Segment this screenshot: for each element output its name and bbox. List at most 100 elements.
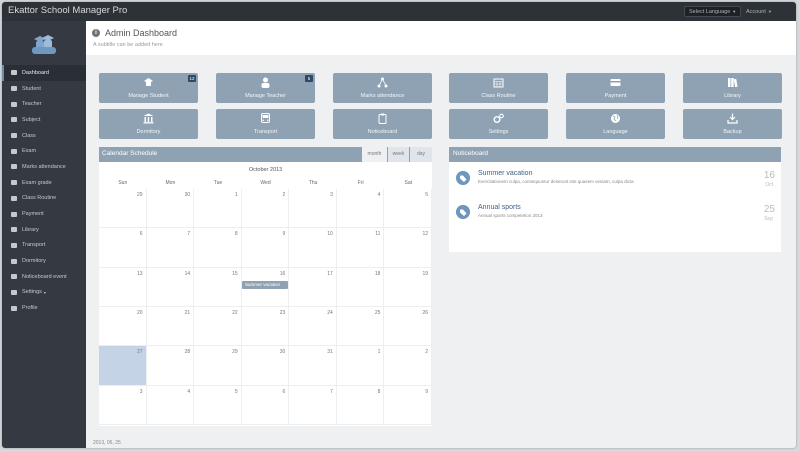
calendar-day-cell[interactable]: 19	[384, 267, 432, 307]
calendar-day-cell[interactable]: 31	[289, 346, 337, 386]
calendar-day-cell[interactable]: 15	[194, 267, 242, 307]
sidebar-item-label: Subject	[22, 116, 41, 123]
calendar-day-cell[interactable]: 12	[384, 228, 432, 268]
calendar-day-number: 31	[327, 349, 333, 356]
calendar-day-cell[interactable]: 29	[194, 346, 242, 386]
sidebar-item-exam[interactable]: Exam	[2, 143, 86, 159]
calendar-day-cell[interactable]: 5	[194, 385, 242, 425]
calendar-day-cell[interactable]: 4	[146, 385, 195, 425]
tag-icon	[456, 171, 470, 185]
sidebar-item-label: Payment	[22, 211, 44, 218]
sidebar-item-payment[interactable]: Payment	[2, 206, 86, 222]
sidebar-item-label: Teacher	[22, 101, 42, 108]
sidebar-item-class-routine[interactable]: Class Routine	[2, 191, 86, 207]
teacher-icon	[11, 101, 17, 107]
tile-label: Marks attendance	[360, 93, 405, 99]
calendar-day-number: 20	[137, 309, 143, 316]
sidebar-item-dashboard[interactable]: Dashboard	[2, 65, 86, 81]
calendar-view-month-button[interactable]: month	[362, 147, 387, 162]
sidebar-item-transport[interactable]: Transport	[2, 238, 86, 254]
calendar-day-cell[interactable]: 29	[99, 189, 147, 229]
sidebar-item-profile[interactable]: Profile	[2, 300, 86, 316]
sidebar-item-dormitory[interactable]: Dormitory	[2, 253, 86, 269]
calendar-day-cell[interactable]: 18	[336, 267, 385, 307]
tile-class-routine[interactable]: Class Routine	[449, 73, 548, 103]
sidebar-item-label: Dashboard	[22, 69, 49, 76]
notice-day: 16	[763, 170, 775, 181]
calendar-view-day-button[interactable]: day	[410, 147, 432, 162]
tile-payment[interactable]: Payment	[566, 73, 665, 103]
calendar-day-cell[interactable]: 2	[241, 189, 290, 229]
calendar-day-number: 30	[184, 192, 191, 198]
calendar-day-cell[interactable]: 6	[241, 385, 290, 425]
calendar-day-cell[interactable]: 8	[336, 385, 385, 425]
tile-transport[interactable]: Transport	[216, 109, 315, 139]
calendar-day-number: 21	[184, 309, 191, 316]
calendar-day-cell[interactable]: 24	[289, 306, 337, 347]
calendar-day-number: 5	[425, 192, 428, 198]
calendar-day-cell[interactable]: 4	[336, 189, 385, 229]
notice-item[interactable]: Summer vacation Exercitationem culpa, con…	[449, 168, 781, 200]
sidebar-item-settings[interactable]: Settings ▾	[2, 285, 86, 301]
globe-icon	[611, 114, 620, 123]
calendar-day-cell[interactable]: 11	[336, 228, 385, 268]
calendar-day-cell[interactable]: 6	[99, 228, 147, 268]
notice-title[interactable]: Annual sports	[478, 204, 521, 211]
calendar-day-cell[interactable]: 30	[146, 189, 195, 229]
calendar-day-cell[interactable]: 23	[241, 306, 290, 347]
calendar-day-cell[interactable]: 5	[384, 189, 432, 229]
calendar-day-cell[interactable]: 2	[384, 346, 432, 386]
calendar-day-cell[interactable]: 7	[146, 228, 195, 268]
sidebar-item-library[interactable]: Library	[2, 222, 86, 238]
calendar-event[interactable]: Summer vacation	[242, 281, 288, 289]
calendar-day-cell[interactable]: 7	[289, 385, 337, 425]
calendar-day-cell[interactable]: 1	[194, 189, 242, 229]
calendar-day-cell[interactable]: 1	[336, 346, 385, 386]
notice-item[interactable]: Annual sports Annual sports competetion 2…	[449, 202, 781, 234]
tile-settings[interactable]: Settings	[449, 109, 548, 139]
calendar-day-cell[interactable]: 9	[384, 385, 432, 425]
tile-backup[interactable]: Backup	[683, 109, 782, 139]
calendar-day-cell[interactable]: 8	[194, 228, 242, 268]
calendar-day-cell[interactable]: 26	[384, 306, 432, 347]
calendar-view-week-button[interactable]: week	[388, 147, 409, 162]
download-icon	[727, 113, 738, 124]
tile-manage-student[interactable]: Manage Student 12	[99, 73, 198, 103]
calendar-day-cell[interactable]: 3	[289, 189, 337, 229]
calendar-day-cell[interactable]: 27	[99, 346, 147, 386]
calendar-day-cell[interactable]: 3	[99, 385, 147, 425]
sidebar-item-class[interactable]: Class	[2, 128, 86, 144]
tile-label: Backup	[723, 129, 742, 135]
sidebar-item-teacher[interactable]: Teacher	[2, 96, 86, 112]
list-icon	[11, 180, 17, 186]
tile-marks-attendance[interactable]: Marks attendance	[333, 73, 432, 103]
calendar-day-cell[interactable]: 22	[194, 306, 242, 347]
calendar-day-cell[interactable]: 13	[99, 267, 147, 307]
calendar-day-cell[interactable]: 9	[241, 228, 290, 268]
sidebar-item-subject[interactable]: Subject	[2, 112, 86, 128]
sidebar-item-student[interactable]: Student	[2, 81, 86, 97]
tile-dormitory[interactable]: Dormitory	[99, 109, 198, 139]
tile-language[interactable]: Language	[566, 109, 665, 139]
calendar-day-cell[interactable]: 20	[99, 306, 147, 347]
account-menu-button[interactable]: Account ▼	[746, 6, 772, 17]
sidebar-item-noticeboard-event[interactable]: Noticeboard event	[2, 269, 86, 285]
calendar-day-cell[interactable]: 28	[146, 346, 195, 386]
notice-title[interactable]: Summer vacation	[478, 170, 532, 177]
tile-noticeboard[interactable]: Noticeboard	[333, 109, 432, 139]
tile-library[interactable]: Library	[683, 73, 782, 103]
calendar-day-cell[interactable]: 21	[146, 306, 195, 347]
graduate-icon	[144, 78, 153, 86]
calendar-day-cell[interactable]: 14	[146, 267, 195, 307]
sidebar-item-exam-grade[interactable]: Exam grade	[2, 175, 86, 191]
calendar-day-cell[interactable]: 10	[289, 228, 337, 268]
calendar-day-cell[interactable]: 25	[336, 306, 385, 347]
select-language-button[interactable]: Select Language ▼	[684, 6, 742, 17]
sidebar-item-marks-attendance[interactable]: Marks attendance	[2, 159, 86, 175]
sidebar-item-label: Class Routine	[22, 195, 57, 202]
tile-label: Manage Student	[128, 93, 169, 99]
calendar-day-cell[interactable]: 30	[241, 346, 290, 386]
calendar-day-cell[interactable]: 17	[289, 267, 337, 307]
app-title[interactable]: Ekattor School Manager Pro	[8, 5, 127, 16]
tile-manage-teacher[interactable]: Manage Teacher 5	[216, 73, 315, 103]
